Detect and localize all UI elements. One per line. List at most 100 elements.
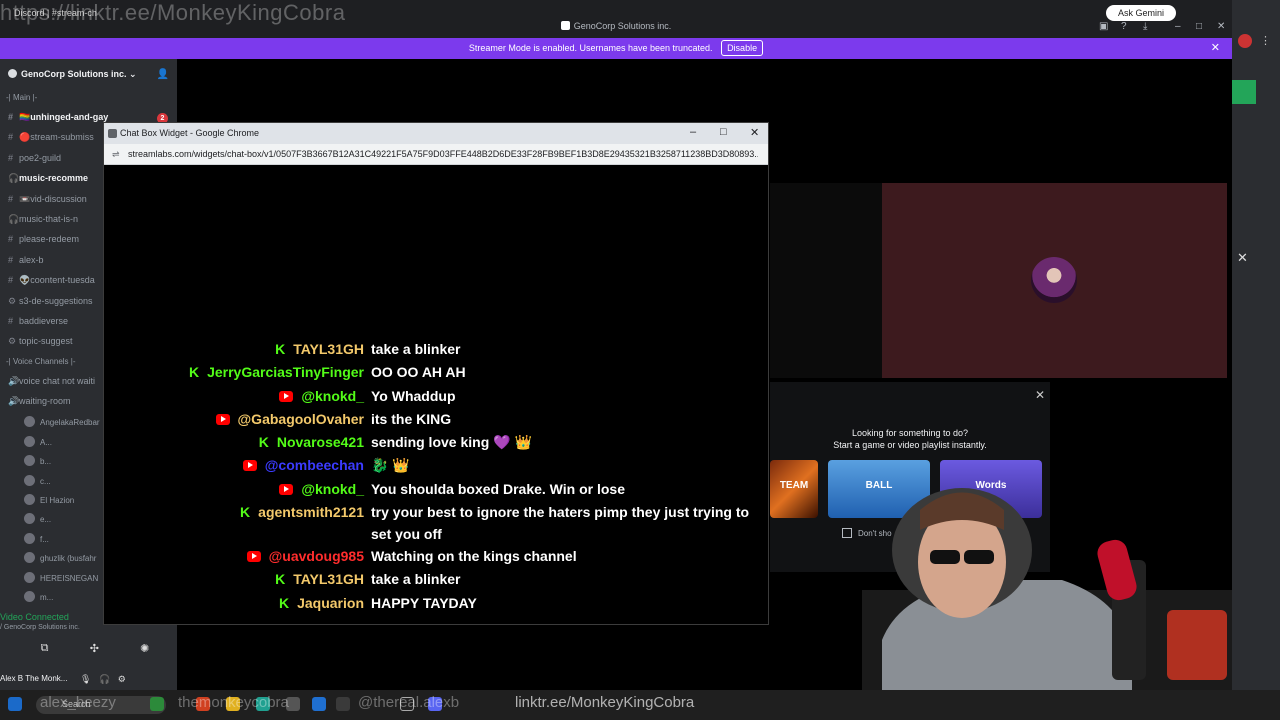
soundboard-icon[interactable]: ✺: [140, 642, 149, 655]
overlay-social-1: themonkeycobra: [178, 694, 289, 711]
channel-name: topic-suggest: [19, 336, 73, 347]
site-info-icon[interactable]: ⇌: [112, 149, 120, 160]
start-icon[interactable]: [8, 697, 22, 711]
chat-author: @knokd_: [279, 385, 364, 408]
chrome-icon: [108, 129, 117, 138]
activity-tile[interactable]: TEAM: [770, 460, 818, 518]
channel-name: baddieverse: [19, 315, 69, 326]
chat-author: @GabagoolOvaher: [215, 408, 364, 431]
chat-username: TAYL31GH: [293, 341, 364, 357]
activities-icon[interactable]: ✣: [90, 642, 99, 655]
channel-icon: 🎧: [8, 213, 20, 224]
chat-author: @combeechan: [242, 454, 364, 477]
chat-author: K Novarose421: [259, 431, 364, 454]
category-main[interactable]: -| Main |-: [0, 89, 177, 108]
chat-text: its the KING: [371, 410, 452, 427]
camera-icon[interactable]: ⧉: [41, 642, 49, 655]
activity-heading: Looking for something to do?: [851, 428, 969, 438]
avatar: [24, 513, 35, 525]
user-controls: 🎙 🎧 ⚙: [80, 674, 126, 685]
youtube-icon: [215, 413, 230, 425]
speaker-icon: 🔊: [8, 396, 20, 407]
avatar: [24, 435, 35, 447]
app-icon[interactable]: [150, 697, 164, 711]
user-name[interactable]: Alex B The Monk...: [0, 674, 67, 683]
avatar: [24, 416, 35, 428]
checkbox-icon[interactable]: [842, 528, 852, 538]
chat-username: @knokd_: [301, 387, 364, 404]
chat-username: @knokd_: [301, 480, 364, 497]
avatar: [24, 494, 35, 506]
app-icon[interactable]: [336, 697, 350, 711]
more-icon[interactable]: ⋮: [1260, 34, 1271, 47]
maximize-icon[interactable]: □: [720, 126, 727, 138]
browser-titlebar[interactable]: Chat Box Widget - Google Chrome – □ ✕: [104, 123, 768, 144]
app-icon[interactable]: [312, 697, 326, 711]
download-icon[interactable]: ⤓: [1143, 21, 1147, 32]
chat-message: Kagentsmith2121 try your best to ignore t…: [104, 501, 770, 545]
voice-controls: ⧉ ✣ ✺: [20, 642, 170, 655]
channel-icon: #: [8, 275, 14, 286]
channel-icon: #: [8, 315, 14, 326]
ask-gemini-button[interactable]: Ask Gemini: [1106, 5, 1176, 21]
chat-author: K TAYL31GH: [275, 568, 364, 591]
add-member-icon[interactable]: 👤: [157, 69, 169, 80]
close-icon[interactable]: ✕: [1237, 250, 1248, 266]
profile-avatar[interactable]: [1238, 34, 1252, 48]
close-icon[interactable]: ✕: [750, 126, 759, 139]
voice-user-name: El Hazion: [40, 496, 75, 506]
voice-channel-name: waiting-room: [19, 396, 71, 407]
banner-close-icon[interactable]: ✕: [1211, 38, 1220, 59]
address-bar[interactable]: ⇌ streamlabs.com/widgets/chat-box/v1/050…: [104, 144, 768, 165]
chat-message: @knokd_ You shoulda boxed Drake. Win or l…: [104, 478, 770, 501]
voice-user-name: ghuzlik (busfahr: [40, 554, 97, 564]
speaker-icon: 🔊: [8, 375, 20, 386]
close-icon[interactable]: ✕: [1035, 388, 1045, 402]
channel-name: music-recomme: [19, 173, 89, 184]
inbox-icon[interactable]: ▣: [1099, 21, 1108, 32]
chat-messages: K TAYL31GH take a blinker K JerryGarciasTiny…: [104, 338, 770, 615]
youtube-icon: [246, 551, 261, 563]
chat-text: 🐉 👑: [371, 457, 410, 474]
webcam-person: [862, 488, 1232, 690]
chat-text: You shoulda boxed Drake. Win or lose: [371, 480, 625, 497]
voice-user-name: A...: [40, 437, 53, 447]
camera-stream-tile[interactable]: [770, 183, 882, 378]
overlay-link-top: https://linktr.ee/MonkeyKingCobra: [0, 0, 346, 25]
channel-icon: #: [8, 112, 14, 122]
minimize-icon[interactable]: –: [1175, 21, 1181, 32]
app-icon: [560, 21, 570, 30]
browser-title: Chat Box Widget - Google Chrome: [120, 128, 260, 138]
channel-name: music-that-is-n: [19, 213, 79, 224]
server-header[interactable]: GenoCorp Solutions inc. ⌄ 👤: [0, 59, 177, 89]
channel-icon: ⚙: [8, 336, 17, 347]
disable-button[interactable]: Disable: [721, 40, 764, 56]
taskbar: Search alex_beezy themonkeycobra @therea…: [0, 690, 1280, 720]
chat-message: K Novarose421 sending love king 💜 👑: [104, 431, 770, 454]
minimize-icon[interactable]: –: [690, 126, 696, 138]
channel-icon: #: [8, 254, 14, 265]
mic-icon[interactable]: 🎙: [80, 674, 91, 684]
chat-username: agentsmith2121: [258, 504, 364, 521]
kick-icon: K: [258, 434, 269, 451]
avatar: [24, 590, 35, 602]
maximize-icon[interactable]: □: [1196, 21, 1202, 32]
close-icon[interactable]: ✕: [1217, 21, 1225, 32]
channel-icon: ⚙: [8, 295, 17, 306]
youtube-icon: [279, 483, 294, 495]
settings-icon[interactable]: ⚙: [118, 674, 126, 684]
kick-icon: K: [188, 364, 200, 381]
voice-channel-name: voice chat not waiti: [19, 375, 96, 386]
address-url[interactable]: streamlabs.com/widgets/chat-box/v1/0507F…: [128, 149, 758, 159]
channel-name: 👽coontent-tuesda: [19, 275, 95, 286]
user-stream-tile[interactable]: [882, 183, 1227, 378]
chat-message: @combeechan 🐉 👑: [104, 454, 770, 477]
green-action-button[interactable]: [1232, 80, 1256, 104]
channel-icon: #: [8, 132, 14, 143]
help-icon[interactable]: ?: [1121, 21, 1127, 32]
right-strip: ⋮ ✕: [1232, 0, 1280, 720]
kick-icon: K: [240, 504, 251, 521]
avatar: [24, 552, 35, 564]
avatar: [24, 532, 35, 544]
headset-icon[interactable]: 🎧: [99, 674, 110, 684]
